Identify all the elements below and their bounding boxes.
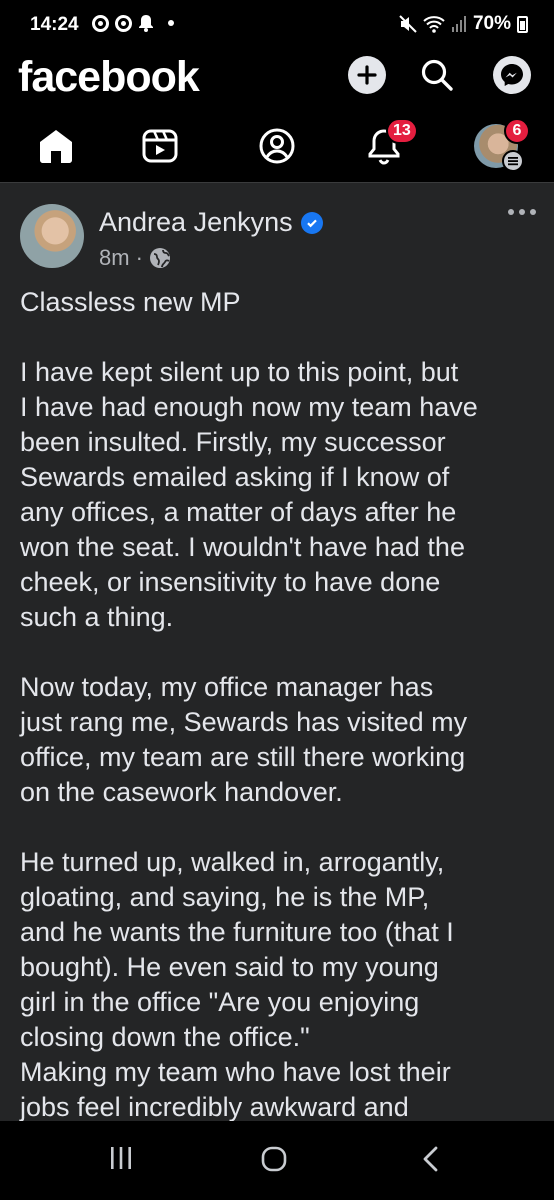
- post-text-line: on the casework handover.: [20, 777, 343, 807]
- post-meta: 8m ·: [99, 245, 171, 271]
- menu-badge: 6: [504, 118, 530, 144]
- post-text-line: and he wants the furniture too (that I: [20, 917, 454, 947]
- system-nav-bar: [0, 1121, 554, 1200]
- post-text-line: gloating, and saying, he is the MP,: [20, 882, 430, 912]
- post-paragraph: Classless new MP: [20, 285, 540, 320]
- post-text-line: closing down the office.": [20, 1022, 310, 1052]
- globe-icon: [149, 248, 170, 268]
- post-text-line: He turned up, walked in, arrogantly,: [20, 847, 445, 877]
- create-button[interactable]: [348, 56, 386, 94]
- post-text-line: won the seat. I wouldn't have had the: [20, 532, 465, 562]
- video-icon: [142, 129, 178, 163]
- post-text-line: Now today, my office manager has: [20, 672, 434, 702]
- status-time: 14:24: [30, 14, 79, 35]
- author-name[interactable]: Andrea Jenkyns: [99, 207, 293, 238]
- notification-dot-icon: [168, 20, 174, 26]
- post-text-line: cheek, or insensitivity to have done: [20, 567, 441, 597]
- post-paragraph: He turned up, walked in, arrogantly, gloa…: [20, 845, 540, 1125]
- post-text-line: been insulted. Firstly, my successor: [20, 427, 446, 457]
- post-text-line: girl in the office "Are you enjoying: [20, 987, 420, 1017]
- post-card: Andrea Jenkyns 8m · Classless new MP I ha…: [0, 183, 554, 1122]
- post-time[interactable]: 8m: [99, 245, 130, 271]
- wifi-icon: [423, 16, 445, 33]
- post-paragraph: Now today, my office manager has just ran…: [20, 670, 540, 810]
- post-options-button[interactable]: [508, 209, 536, 215]
- menu-icon: [502, 150, 524, 172]
- tab-notifications[interactable]: 13: [362, 118, 418, 168]
- author-avatar[interactable]: [20, 204, 84, 268]
- post-text-line: Classless new MP: [20, 287, 241, 317]
- add-icon: [357, 65, 377, 85]
- recent-apps-icon: [111, 1147, 131, 1169]
- signal-icon: [451, 16, 466, 32]
- top-nav: 13 6: [0, 106, 554, 183]
- profile-icon: [259, 128, 295, 164]
- post-text-line: Making my team who have lost their: [20, 1057, 451, 1087]
- more-dot-icon: [508, 209, 514, 215]
- status-icons-right: 70%: [399, 13, 528, 35]
- post-text-line: office, my team are still there working: [20, 742, 466, 772]
- meta-separator: ·: [135, 245, 143, 270]
- home-button[interactable]: [260, 1145, 288, 1173]
- tab-profile[interactable]: [255, 124, 299, 168]
- more-dot-icon: [530, 209, 536, 215]
- post-text-line: jobs feel incredibly awkward and: [20, 1092, 409, 1122]
- home-circle-icon: [261, 1146, 287, 1172]
- messenger-icon: [501, 64, 523, 86]
- post-text-line: any offices, a matter of days after he: [20, 497, 457, 527]
- post-text-line: such a thing.: [20, 602, 174, 632]
- post-text-line: bought). He even said to my young: [20, 952, 439, 982]
- messenger-button[interactable]: [493, 56, 531, 94]
- post-text-line: Sewards emailed asking if I know of: [20, 462, 450, 492]
- verified-badge-icon: [300, 211, 323, 234]
- bell-icon: [139, 15, 153, 32]
- status-bar: 14:24 70%: [0, 0, 554, 52]
- notifications-badge: 13: [386, 118, 418, 144]
- facebook-logo[interactable]: facebook: [18, 52, 200, 102]
- post-text-line: just rang me, Sewards has visited my: [20, 707, 468, 737]
- search-icon: [421, 59, 453, 91]
- app-header: facebook: [0, 52, 554, 102]
- chrome-icon: [92, 14, 109, 32]
- home-icon: [40, 130, 72, 163]
- back-button[interactable]: [420, 1145, 442, 1173]
- search-button[interactable]: [418, 56, 456, 94]
- post-text-line: I have kept silent up to this point, but: [20, 357, 459, 387]
- tab-menu[interactable]: 6: [474, 118, 530, 172]
- mute-icon: [399, 15, 417, 33]
- recent-apps-button[interactable]: [108, 1145, 134, 1171]
- battery-percent: 70%: [472, 13, 511, 34]
- battery-icon: [517, 15, 528, 33]
- post-text-line: I have had enough now my team have: [20, 392, 478, 422]
- post-paragraph: I have kept silent up to this point, but…: [20, 355, 540, 635]
- tab-video[interactable]: [138, 124, 182, 168]
- chrome-icon: [115, 14, 132, 32]
- author-name-row[interactable]: Andrea Jenkyns: [99, 207, 323, 238]
- more-dot-icon: [519, 209, 525, 215]
- back-icon: [423, 1146, 438, 1172]
- tab-home[interactable]: [34, 124, 78, 168]
- status-icons-left: [92, 14, 174, 32]
- post-text: Classless new MP I have kept silent up to…: [20, 285, 540, 1125]
